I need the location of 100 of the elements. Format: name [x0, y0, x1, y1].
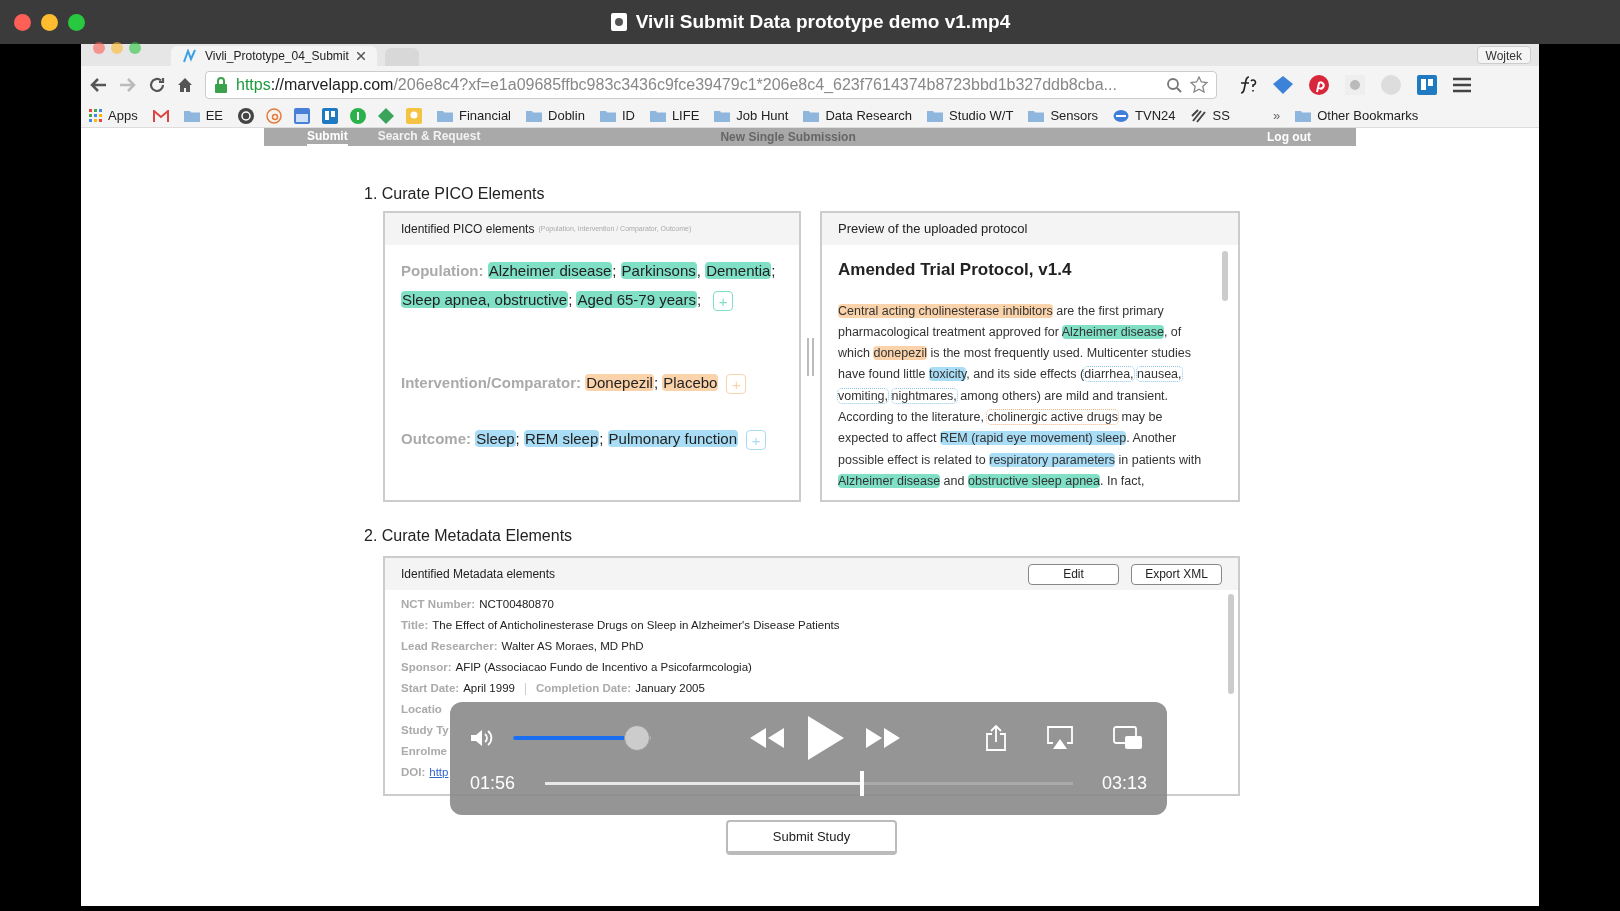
- reload-icon[interactable]: [149, 77, 165, 93]
- apps-grid-icon: [89, 109, 102, 122]
- field-value: The Effect of Anticholinesterase Drugs on Sleep in Alzheimer's Disease Patients: [432, 618, 840, 633]
- total-time: 03:13: [1101, 772, 1147, 795]
- stripes-icon: [1190, 108, 1207, 123]
- close-button[interactable]: [93, 42, 105, 54]
- folder-icon: [803, 109, 820, 122]
- progress-slider[interactable]: [543, 770, 1075, 797]
- pico-label: Population:: [401, 262, 485, 279]
- window-title: Vivli Submit Data prototype demo v1.mp4: [635, 9, 1011, 34]
- bookmark[interactable]: Job Hunt: [714, 105, 789, 126]
- field-label: Study Ty: [401, 723, 449, 738]
- bookmark[interactable]: Studio W/T: [927, 105, 1014, 126]
- bookmark[interactable]: Other Bookmarks: [1295, 105, 1419, 126]
- folder-icon: [714, 109, 731, 122]
- close-icon[interactable]: [356, 52, 365, 60]
- volume-thumb[interactable]: [624, 725, 651, 751]
- volume-icon[interactable]: [470, 728, 494, 748]
- bookmark[interactable]: Doblin: [526, 105, 585, 126]
- bookmark[interactable]: Sensors: [1028, 105, 1099, 126]
- rewind-icon[interactable]: [750, 728, 784, 748]
- home-icon[interactable]: [177, 77, 193, 93]
- pico-label: Intervention/Comparator:: [401, 374, 582, 391]
- scrollbar[interactable]: [1228, 594, 1234, 694]
- scrubber-handle[interactable]: [859, 771, 864, 796]
- pico-term[interactable]: Sleep apnea, obstructive: [401, 291, 569, 308]
- bookmark[interactable]: SS: [1190, 105, 1230, 126]
- search-icon[interactable]: [1166, 77, 1182, 93]
- field-value: January 2005: [635, 681, 705, 696]
- bookmark[interactable]: Data Research: [803, 105, 913, 126]
- folder-icon: [437, 109, 453, 122]
- page-title: New Single Submission: [720, 129, 856, 146]
- circle-logo-icon[interactable]: [266, 107, 282, 124]
- bookmark[interactable]: LIFE: [649, 105, 700, 126]
- airplay-icon[interactable]: [1047, 726, 1073, 750]
- doi-link[interactable]: http: [429, 762, 449, 783]
- field-value: AFIP (Associacao Fundo de Incentivo a Psicofarmcologia): [455, 660, 752, 675]
- bookmark[interactable]: Financial: [437, 105, 511, 126]
- browser-tab[interactable]: Vivli_Prototype_04_Submit: [171, 46, 377, 66]
- share-icon[interactable]: [985, 725, 1007, 751]
- submit-study-button[interactable]: Submit Study: [726, 820, 897, 855]
- bookmark[interactable]: TVN24: [1113, 105, 1176, 126]
- folder-icon: [526, 109, 542, 122]
- zoom-button[interactable]: [129, 42, 141, 54]
- mail-icon[interactable]: [152, 109, 169, 122]
- pico-term[interactable]: Sleep: [475, 430, 516, 447]
- pico-term[interactable]: Alzheimer disease: [487, 262, 613, 279]
- picture-in-picture-icon[interactable]: [1113, 726, 1143, 750]
- video-file-icon: [609, 12, 628, 32]
- forward-icon[interactable]: [119, 77, 137, 93]
- bookmark[interactable]: ID: [599, 105, 635, 126]
- protocol-text: Central acting cholinesterase inhibitors are the first primary pharmacological treatment approved for Alzheimer disease, of which donepezil is the most frequently used. Multicenter studies have found little toxicity, and its side effects (diarrhea, nausea, vomiting, nightmares, among others) are mild and transient. According to the literature, cholinergic active drugs may be expected to affect REM (rapid eye movement) sleep. Another possible effect is related to respiratory parameters in patients with Alzheimer disease and obstructive sleep apnea. In fact,: [838, 302, 1203, 490]
- fast-forward-icon[interactable]: [866, 728, 900, 748]
- field-label: Sponsor:: [401, 660, 452, 675]
- pico-term[interactable]: Pulmonary function: [607, 430, 738, 447]
- counter-icon[interactable]: [350, 107, 366, 124]
- field-value: NCT00480870: [479, 597, 554, 612]
- board-icon[interactable]: [322, 107, 338, 124]
- resize-handle[interactable]: [807, 337, 814, 376]
- folder-icon: [183, 109, 200, 122]
- scrollbar[interactable]: [1222, 251, 1228, 301]
- address-bar[interactable]: https://marvelapp.com/206e8c4?xf=e1a09685ffbc983c3436c9fce39479c1*206e8c4_623f7614374b8723bbd1b327ddb8cba...: [205, 71, 1217, 99]
- panel-title: Identified Metadata elements: [401, 566, 556, 583]
- lock-icon: [214, 77, 228, 93]
- pico-term[interactable]: Parkinsons: [620, 262, 697, 279]
- folder-icon: [927, 109, 944, 122]
- board-icon[interactable]: [1417, 75, 1437, 95]
- menu-icon[interactable]: [1453, 77, 1471, 93]
- profile-button[interactable]: Wojtek: [1476, 46, 1531, 64]
- field-value: April 1999: [463, 681, 515, 696]
- field-label: NCT Number:: [401, 597, 476, 612]
- pico-term[interactable]: Placebo: [662, 374, 719, 391]
- close-button[interactable]: [14, 13, 31, 31]
- folder-icon: [1295, 109, 1312, 122]
- panel-title: Identified PICO elements: [401, 221, 535, 238]
- pico-term[interactable]: Aged 65-79 years: [576, 291, 697, 308]
- zoom-button[interactable]: [68, 13, 85, 31]
- calendar-icon[interactable]: [294, 107, 310, 124]
- panel-button[interactable]: Edit: [1028, 563, 1119, 585]
- globe-icon: [1113, 108, 1130, 123]
- pico-label: Outcome:: [401, 430, 472, 447]
- pico-term[interactable]: Donepezil: [585, 374, 654, 391]
- diamond-icon[interactable]: [378, 107, 394, 124]
- minimize-button[interactable]: [111, 42, 123, 54]
- star-icon[interactable]: [1190, 76, 1208, 94]
- minimize-button[interactable]: [41, 13, 58, 31]
- bulb-icon[interactable]: [406, 107, 422, 124]
- bookmark[interactable]: EE: [183, 105, 223, 126]
- panel-button[interactable]: Export XML: [1131, 563, 1222, 585]
- power-icon[interactable]: [238, 107, 254, 124]
- back-icon[interactable]: [89, 77, 107, 93]
- pin-logo-icon[interactable]: [1309, 75, 1329, 95]
- bookmark[interactable]: Apps: [89, 105, 138, 126]
- elapsed-time: 01:56: [470, 772, 517, 795]
- pico-term[interactable]: REM sleep: [523, 430, 600, 447]
- diamond-icon[interactable]: [1273, 76, 1293, 94]
- app-logo-icon: [183, 49, 197, 63]
- puzzle-icon[interactable]: [1345, 75, 1365, 95]
- more-bookmarks-button[interactable]: »: [1272, 105, 1281, 126]
- play-icon[interactable]: [806, 716, 844, 760]
